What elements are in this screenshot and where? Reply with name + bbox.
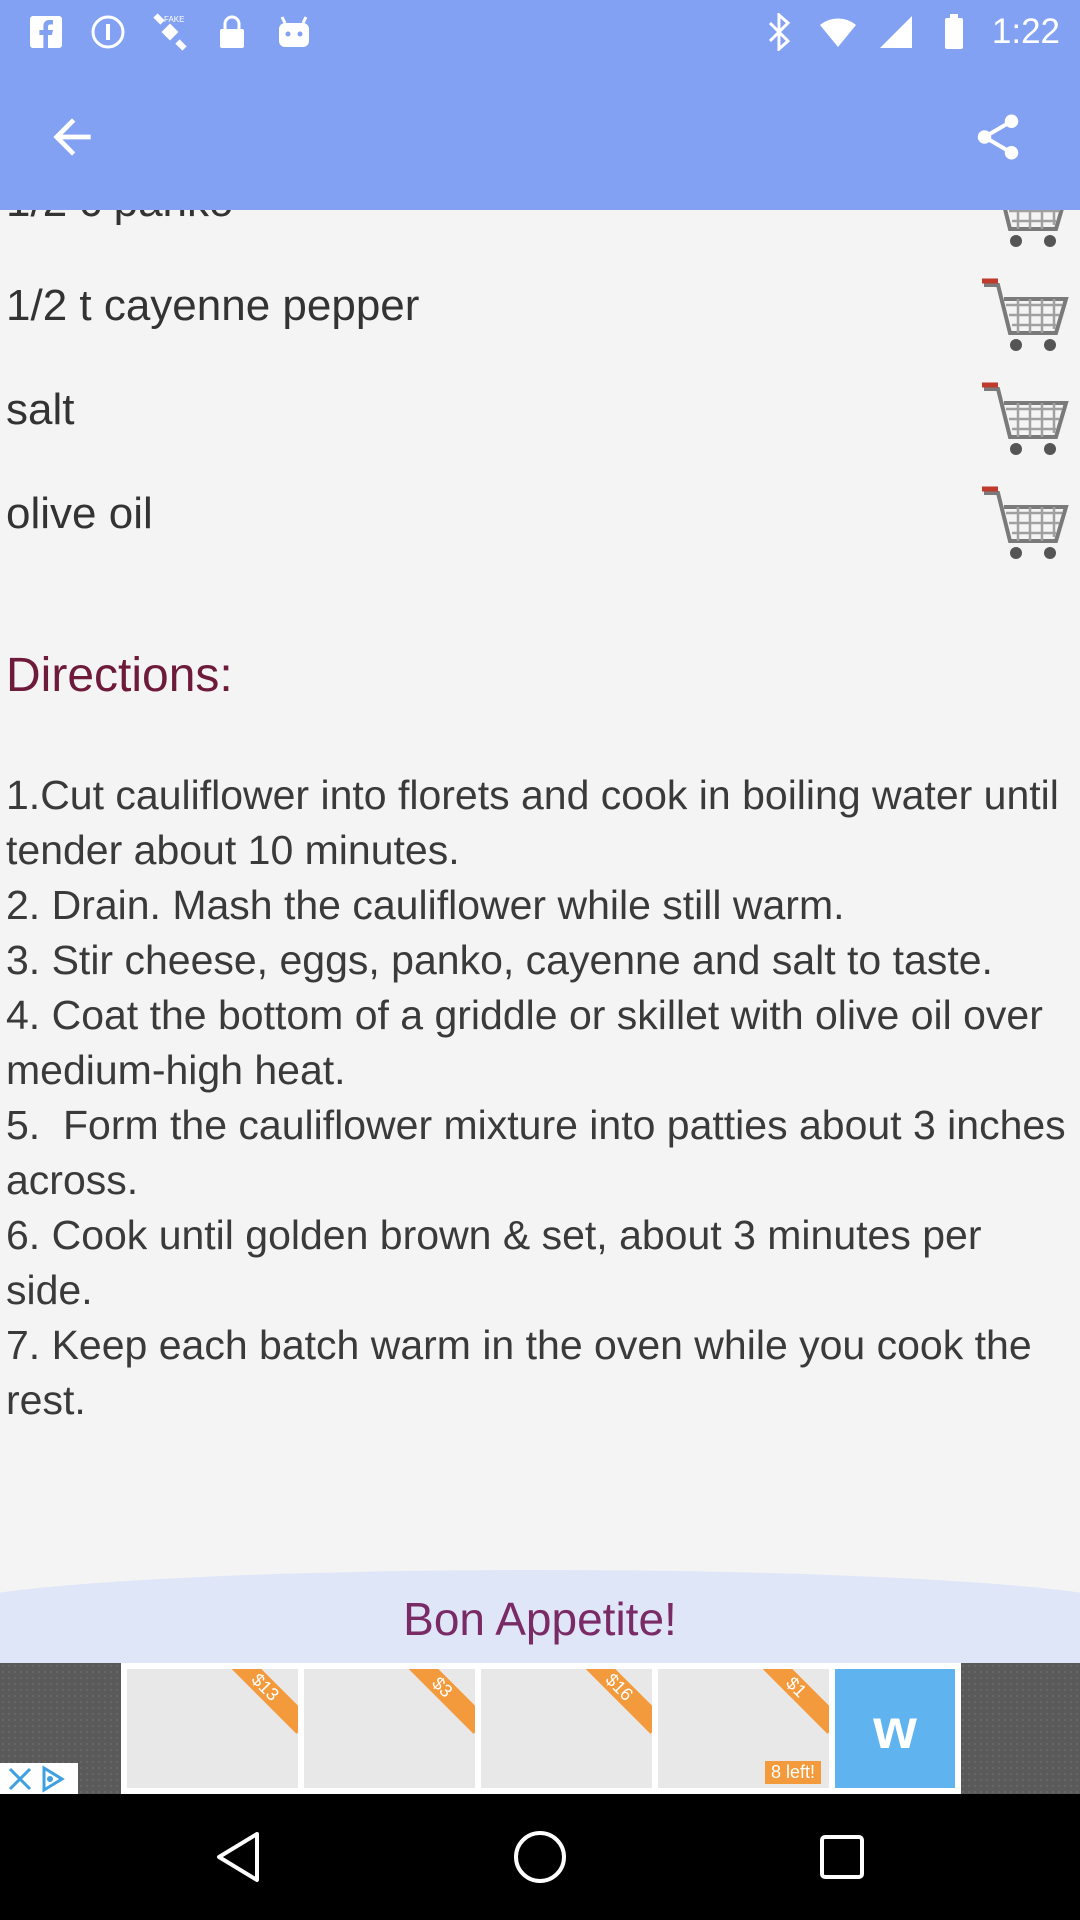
nav-home-button[interactable] bbox=[508, 1825, 572, 1889]
nav-recents-button[interactable] bbox=[810, 1825, 874, 1889]
ad-banner[interactable]: $13 $3 $16 $1 8 left! w bbox=[0, 1663, 1080, 1794]
price-tag: $1 bbox=[749, 1669, 829, 1734]
stock-badge: 8 left! bbox=[764, 1761, 821, 1784]
directions-steps: 1.Cut cauliflower into florets and cook … bbox=[6, 768, 1066, 1428]
ad-product-tile[interactable]: $16 bbox=[481, 1669, 652, 1788]
ingredient-row: 1/2 t cayenne pepper bbox=[0, 259, 1080, 363]
direction-step: 5. Form the cauliflower mixture into pat… bbox=[6, 1102, 1078, 1203]
circle-home-icon bbox=[514, 1831, 566, 1883]
add-to-cart-button[interactable] bbox=[978, 267, 1074, 363]
bon-appetite-banner: Bon Appetite! bbox=[0, 1570, 1080, 1663]
triangle-back-icon bbox=[217, 1832, 259, 1882]
price-tag: $3 bbox=[395, 1669, 475, 1734]
direction-step: 1.Cut cauliflower into florets and cook … bbox=[6, 772, 1071, 873]
back-button[interactable] bbox=[30, 95, 114, 179]
direction-step: 6. Cook until golden brown & set, about … bbox=[6, 1212, 993, 1313]
status-time: 1:22 bbox=[991, 12, 1060, 51]
bluetooth-icon bbox=[760, 12, 800, 52]
signal-icon bbox=[876, 12, 916, 52]
wish-logo[interactable]: w bbox=[835, 1669, 955, 1788]
adchoices-icon[interactable] bbox=[40, 1764, 74, 1793]
battery-icon bbox=[934, 12, 974, 52]
ingredient-text: olive oil bbox=[6, 489, 153, 538]
status-icons-left: FAKE bbox=[26, 12, 314, 52]
share-button[interactable] bbox=[956, 95, 1040, 179]
ad-product-tile[interactable]: $13 bbox=[127, 1669, 298, 1788]
shopping-cart-icon bbox=[982, 486, 1069, 559]
direction-step: 2. Drain. Mash the cauliflower while sti… bbox=[6, 882, 845, 928]
directions-heading: Directions: bbox=[6, 649, 233, 702]
ad-product-tile[interactable]: $1 8 left! bbox=[658, 1669, 829, 1788]
lock-icon bbox=[212, 12, 252, 52]
ingredient-row: olive oil bbox=[0, 467, 1080, 571]
android-icon bbox=[274, 12, 314, 52]
square-recents-icon bbox=[820, 1835, 864, 1879]
close-icon[interactable] bbox=[6, 1765, 34, 1793]
ad-controls[interactable] bbox=[0, 1763, 78, 1794]
ingredient-row: 1/2 c panko bbox=[0, 210, 1080, 259]
ingredient-text: salt bbox=[6, 385, 75, 434]
wish-logo-letter: w bbox=[873, 1697, 917, 1760]
status-bar: FAKE 1:22 bbox=[0, 0, 1080, 63]
shopping-cart-icon bbox=[1003, 210, 1064, 247]
app-header: FAKE 1:22 bbox=[0, 0, 1080, 210]
add-to-cart-button[interactable] bbox=[978, 210, 1074, 259]
recipe-content[interactable]: 1/2 c panko 1/2 t cayenne pepper salt ol… bbox=[0, 210, 1080, 1663]
navigation-bar bbox=[0, 1794, 1080, 1920]
ingredient-text: 1/2 c panko bbox=[6, 210, 234, 227]
shopping-cart-icon bbox=[982, 278, 1069, 351]
nav-back-button[interactable] bbox=[206, 1825, 270, 1889]
facebook-icon bbox=[26, 12, 66, 52]
shopping-cart-icon bbox=[982, 382, 1069, 455]
ad-product-tile[interactable]: $3 bbox=[304, 1669, 475, 1788]
direction-step: 7. Keep each batch warm in the oven whil… bbox=[6, 1322, 1044, 1423]
add-to-cart-button[interactable] bbox=[978, 475, 1074, 571]
bon-appetite-text: Bon Appetite! bbox=[403, 1593, 677, 1645]
ingredient-list: 1/2 c panko 1/2 t cayenne pepper salt ol… bbox=[0, 210, 1080, 571]
svg-text:FAKE: FAKE bbox=[164, 15, 184, 24]
ingredient-row: salt bbox=[0, 363, 1080, 467]
direction-step: 4. Coat the bottom of a griddle or skill… bbox=[6, 992, 1055, 1093]
ad-product-strip[interactable]: $13 $3 $16 $1 8 left! w bbox=[121, 1663, 961, 1794]
info-icon bbox=[88, 12, 128, 52]
ingredient-text: 1/2 t cayenne pepper bbox=[6, 281, 420, 330]
share-icon bbox=[977, 114, 1019, 160]
fake-gps-icon: FAKE bbox=[150, 12, 190, 52]
direction-step: 3. Stir cheese, eggs, panko, cayenne and… bbox=[6, 937, 993, 983]
price-tag: $16 bbox=[572, 1669, 652, 1734]
price-tag: $13 bbox=[218, 1669, 298, 1734]
status-icons-right: 1:22 bbox=[760, 12, 1060, 52]
arrow-back-icon bbox=[53, 118, 91, 156]
wifi-icon bbox=[818, 12, 858, 52]
add-to-cart-button[interactable] bbox=[978, 371, 1074, 467]
